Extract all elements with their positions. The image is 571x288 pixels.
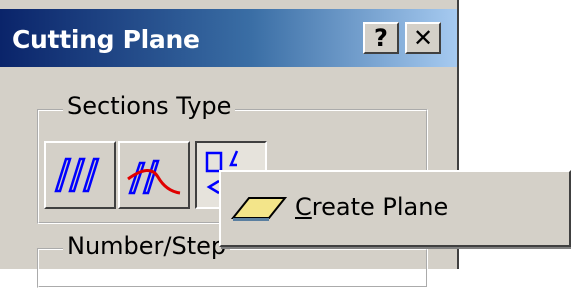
parallel-planes-icon [54, 157, 100, 193]
parallel-planes-button[interactable] [44, 141, 116, 209]
number-step-label: Number/Step [63, 232, 231, 260]
normal-planes-button[interactable] [118, 141, 190, 209]
title-bar[interactable]: Cutting Plane ? ✕ [0, 9, 457, 67]
window-title: Cutting Plane [12, 25, 200, 54]
create-plane-mnemonic: C [295, 193, 312, 221]
plane-icon [231, 197, 287, 221]
create-plane-label: Create Plane [295, 193, 448, 221]
normal-planes-icon [127, 159, 181, 195]
create-plane-rest: reate Plane [311, 193, 449, 221]
help-button[interactable]: ? [363, 22, 399, 54]
context-menu: Create Plane [219, 170, 571, 247]
close-button[interactable]: ✕ [405, 22, 441, 54]
create-plane-menu-item[interactable]: Create Plane [225, 178, 565, 238]
sections-type-label: Sections Type [63, 92, 236, 120]
